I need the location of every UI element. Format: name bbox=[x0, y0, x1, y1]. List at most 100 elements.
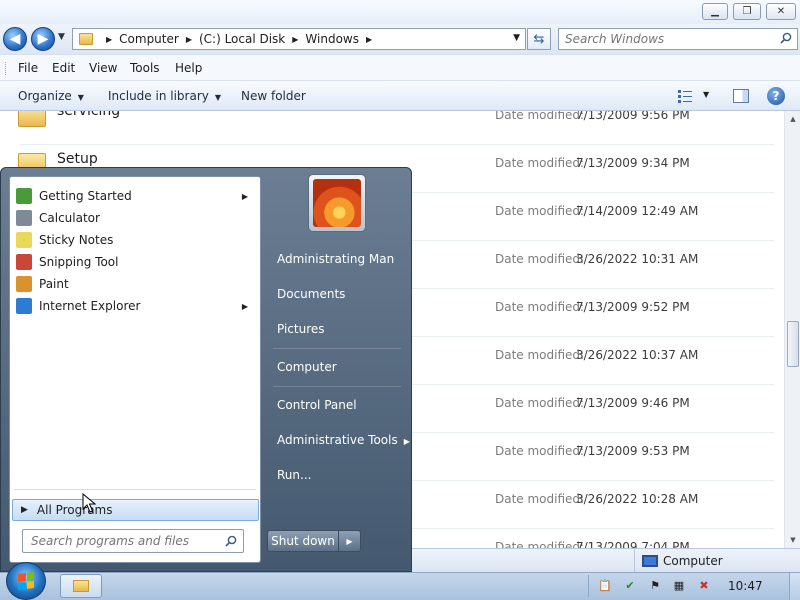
start-search-input[interactable] bbox=[23, 530, 213, 552]
all-programs-label: All Programs bbox=[36, 503, 113, 517]
status-zone: Computer bbox=[634, 549, 800, 572]
breadcrumb-windows[interactable]: Windows bbox=[305, 32, 359, 46]
paint-icon bbox=[16, 276, 32, 292]
date-modified-label: Date modified: bbox=[495, 444, 585, 458]
divider bbox=[588, 575, 589, 597]
vertical-scrollbar[interactable]: ▲ ▼ bbox=[784, 111, 800, 548]
scroll-down-icon[interactable]: ▼ bbox=[785, 532, 800, 548]
program-label: Internet Explorer bbox=[39, 299, 141, 313]
date-modified-value: 3/26/2022 10:31 AM bbox=[576, 252, 699, 266]
command-bar: Organize ▼ Include in library ▼ New folder… bbox=[0, 81, 800, 111]
date-modified-value: 7/13/2009 9:56 PM bbox=[576, 111, 690, 122]
start-link-user[interactable]: Administrating Man bbox=[277, 252, 394, 266]
recent-pages-dropdown[interactable]: ▼ bbox=[58, 32, 65, 42]
program-item[interactable]: Calculator bbox=[12, 207, 258, 229]
address-bar[interactable]: ▶ Computer ▶ (C:) Local Disk ▶ Windows ▶… bbox=[72, 28, 526, 50]
menu-help[interactable]: Help bbox=[175, 61, 202, 75]
start-button[interactable] bbox=[6, 562, 46, 600]
breadcrumb-separator-icon[interactable]: ▶ bbox=[292, 35, 298, 44]
start-link-pictures[interactable]: Pictures bbox=[277, 322, 325, 336]
administrative-tools-label: Administrative Tools bbox=[277, 433, 398, 447]
breadcrumb-separator-icon[interactable]: ▶ bbox=[366, 35, 372, 44]
maximize-button[interactable]: ❐ bbox=[733, 3, 761, 20]
back-button[interactable]: ◀ bbox=[3, 27, 27, 51]
address-history-dropdown[interactable]: ▼ bbox=[513, 33, 520, 43]
search-input[interactable] bbox=[559, 29, 769, 49]
user-picture[interactable] bbox=[308, 174, 366, 232]
start-link-documents[interactable]: Documents bbox=[277, 287, 345, 301]
divider bbox=[273, 348, 401, 349]
date-modified-label: Date modified: bbox=[495, 111, 585, 122]
start-link-administrative-tools[interactable]: Administrative Tools ▶ bbox=[277, 433, 410, 447]
submenu-arrow-icon: ▶ bbox=[403, 437, 410, 446]
close-button[interactable]: ✕ bbox=[766, 3, 796, 20]
search-icon[interactable] bbox=[225, 535, 237, 547]
address-row: ◀ ▶ ▼ ▶ Computer ▶ (C:) Local Disk ▶ Win… bbox=[0, 24, 800, 54]
refresh-button[interactable]: ⇆ bbox=[527, 28, 551, 50]
view-options-dropdown[interactable]: ▼ bbox=[703, 90, 709, 99]
start-link-control-panel[interactable]: Control Panel bbox=[277, 398, 357, 412]
program-item[interactable]: Snipping Tool bbox=[12, 251, 258, 273]
program-item[interactable]: Paint bbox=[12, 273, 258, 295]
change-view-icon[interactable] bbox=[678, 89, 692, 103]
menu-grip bbox=[5, 62, 8, 75]
menu-tools[interactable]: Tools bbox=[130, 61, 160, 75]
restore-icon: ❐ bbox=[742, 6, 752, 17]
start-search-box[interactable] bbox=[22, 529, 244, 553]
help-icon[interactable]: ? bbox=[767, 87, 785, 105]
menu-view[interactable]: View bbox=[89, 61, 117, 75]
new-folder-button[interactable]: New folder bbox=[241, 89, 306, 103]
menu-edit[interactable]: Edit bbox=[52, 61, 75, 75]
search-box[interactable] bbox=[558, 28, 798, 50]
program-item[interactable]: Internet Explorer ▶ bbox=[12, 295, 258, 317]
security-shield-tray-icon[interactable]: ✔ bbox=[623, 578, 637, 592]
divider bbox=[14, 489, 256, 490]
shut-down-button[interactable]: Shut down bbox=[267, 530, 339, 552]
program-label: Sticky Notes bbox=[39, 233, 114, 247]
scroll-thumb[interactable] bbox=[787, 321, 799, 367]
include-in-library-label: Include in library bbox=[108, 89, 209, 103]
show-desktop-button[interactable] bbox=[789, 573, 800, 600]
getting-started-icon bbox=[16, 188, 32, 204]
shut-down-options-button[interactable]: ▶ bbox=[339, 530, 361, 552]
date-modified-label: Date modified: bbox=[495, 540, 585, 548]
date-modified-value: 7/13/2009 7:04 PM bbox=[576, 540, 690, 548]
program-item[interactable]: Sticky Notes bbox=[12, 229, 258, 251]
start-menu-programs-pane: Getting Started ▶ Calculator Sticky Notes Sn… bbox=[9, 176, 261, 563]
menu-file[interactable]: File bbox=[18, 61, 38, 75]
file-row[interactable]: servicing Date modified: 7/13/2009 9:56 PM bbox=[0, 111, 784, 145]
preview-pane-icon[interactable] bbox=[733, 89, 749, 103]
minimize-button[interactable]: ▁ bbox=[702, 3, 728, 20]
action-center-flag-icon[interactable]: ⚑ bbox=[648, 578, 662, 592]
date-modified-label: Date modified: bbox=[495, 300, 585, 314]
scroll-up-icon[interactable]: ▲ bbox=[785, 111, 800, 127]
program-label: Calculator bbox=[39, 211, 100, 225]
breadcrumb-separator-icon[interactable]: ▶ bbox=[186, 35, 192, 44]
back-arrow-icon: ◀ bbox=[9, 31, 21, 47]
status-zone-label: Computer bbox=[663, 553, 723, 568]
organize-label: Organize bbox=[18, 89, 72, 103]
forward-button[interactable]: ▶ bbox=[31, 27, 55, 51]
all-programs-button[interactable]: ▶ All Programs bbox=[12, 499, 259, 521]
network-tray-icon[interactable]: ▦ bbox=[672, 578, 686, 592]
organize-button[interactable]: Organize ▼ bbox=[18, 89, 84, 103]
shut-down-arrow-icon: ▶ bbox=[346, 536, 353, 546]
calculator-icon bbox=[16, 210, 32, 226]
date-modified-label: Date modified: bbox=[495, 396, 585, 410]
program-item[interactable]: Getting Started ▶ bbox=[12, 185, 258, 207]
start-link-run[interactable]: Run... bbox=[277, 468, 311, 482]
clipboard-tray-icon[interactable]: 📋 bbox=[598, 578, 612, 592]
search-icon[interactable] bbox=[780, 32, 792, 44]
start-link-computer[interactable]: Computer bbox=[277, 360, 337, 374]
taskbar-clock[interactable]: 10:47 bbox=[728, 579, 763, 593]
taskbar-explorer-button[interactable] bbox=[60, 574, 102, 598]
include-in-library-button[interactable]: Include in library ▼ bbox=[108, 89, 221, 103]
breadcrumb-computer[interactable]: Computer bbox=[119, 32, 179, 46]
breadcrumb-separator-icon[interactable]: ▶ bbox=[106, 35, 112, 44]
program-label: Getting Started bbox=[39, 189, 132, 203]
date-modified-label: Date modified: bbox=[495, 252, 585, 266]
breadcrumb-local-disk[interactable]: (C:) Local Disk bbox=[199, 32, 285, 46]
volume-muted-icon[interactable]: ✖ bbox=[697, 578, 711, 592]
mouse-cursor-icon bbox=[82, 493, 96, 513]
forward-arrow-icon: ▶ bbox=[37, 31, 49, 47]
